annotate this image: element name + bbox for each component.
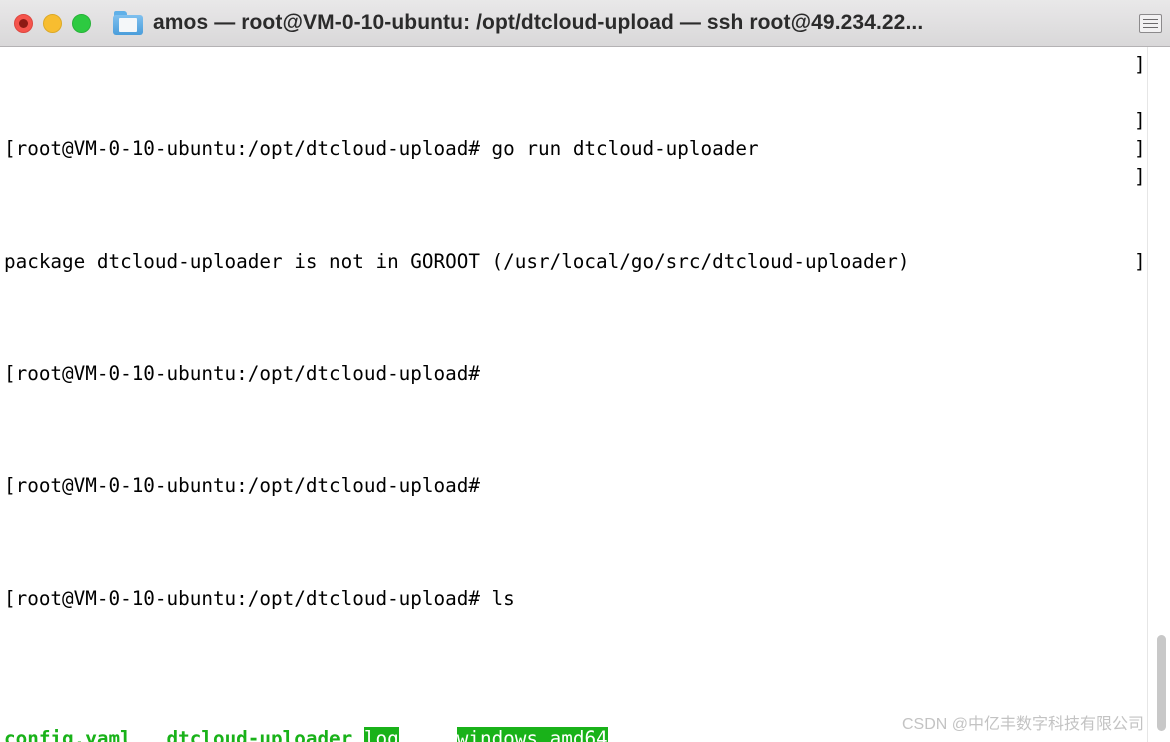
minimize-button[interactable] bbox=[43, 13, 62, 33]
wrap-marker: ] bbox=[1134, 249, 1146, 273]
terminal-line: [root@VM-0-10-ubuntu:/opt/dtcloud-upload… bbox=[4, 360, 1148, 388]
titlebar-right-controls bbox=[1130, 0, 1170, 47]
wrap-marker: ] bbox=[1134, 165, 1146, 189]
output-text: package dtcloud-uploader is not in GOROO… bbox=[4, 249, 910, 273]
shell-prompt: [root@VM-0-10-ubuntu:/opt/dtcloud-upload… bbox=[4, 362, 480, 386]
terminal-line: package dtcloud-uploader is not in GOROO… bbox=[4, 248, 1148, 276]
terminal-body: [root@VM-0-10-ubuntu:/opt/dtcloud-upload… bbox=[0, 47, 1170, 742]
ls-item-config-yaml: config.yaml bbox=[4, 727, 132, 742]
shell-prompt: [root@VM-0-10-ubuntu:/opt/dtcloud-upload… bbox=[4, 586, 480, 610]
watermark-text: CSDN @中亿丰数字科技有限公司 bbox=[901, 716, 1144, 733]
ls-item-log: log bbox=[363, 727, 399, 742]
scroll-thumb[interactable] bbox=[1157, 635, 1166, 731]
close-button[interactable] bbox=[14, 13, 33, 33]
window-controls bbox=[0, 13, 91, 33]
window-titlebar: amos — root@VM-0-10-ubuntu: /opt/dtcloud… bbox=[0, 0, 1170, 47]
window-title: amos — root@VM-0-10-ubuntu: /opt/dtcloud… bbox=[153, 11, 924, 34]
terminal-line: [root@VM-0-10-ubuntu:/opt/dtcloud-upload… bbox=[4, 585, 1148, 613]
wrap-marker: ] bbox=[1134, 137, 1146, 161]
wrap-marker: ] bbox=[1134, 53, 1146, 76]
ls-item-windows-amd64: windows_amd64 bbox=[456, 727, 608, 742]
shell-command: go run dtcloud-uploader bbox=[479, 137, 759, 161]
line-wrap-markers: ] ]]] ] bbox=[1134, 51, 1148, 276]
wrap-marker: ] bbox=[1134, 109, 1146, 133]
shell-prompt: [root@VM-0-10-ubuntu:/opt/dtcloud-upload… bbox=[4, 137, 480, 161]
terminal-line: [root@VM-0-10-ubuntu:/opt/dtcloud-upload… bbox=[4, 472, 1148, 500]
ls-item-dtcloud-uploader: dtcloud-uploader bbox=[166, 727, 353, 742]
folder-icon bbox=[113, 11, 143, 35]
terminal-window: amos — root@VM-0-10-ubuntu: /opt/dtcloud… bbox=[0, 0, 1170, 742]
terminal-output[interactable]: [root@VM-0-10-ubuntu:/opt/dtcloud-upload… bbox=[0, 47, 1148, 742]
zoom-button[interactable] bbox=[72, 13, 91, 33]
vertical-scrollbar[interactable] bbox=[1147, 47, 1170, 742]
shell-prompt: [root@VM-0-10-ubuntu:/opt/dtcloud-upload… bbox=[4, 474, 480, 498]
hamburger-icon[interactable] bbox=[1138, 14, 1162, 33]
shell-command: ls bbox=[479, 586, 515, 610]
terminal-line: [root@VM-0-10-ubuntu:/opt/dtcloud-upload… bbox=[4, 135, 1148, 163]
